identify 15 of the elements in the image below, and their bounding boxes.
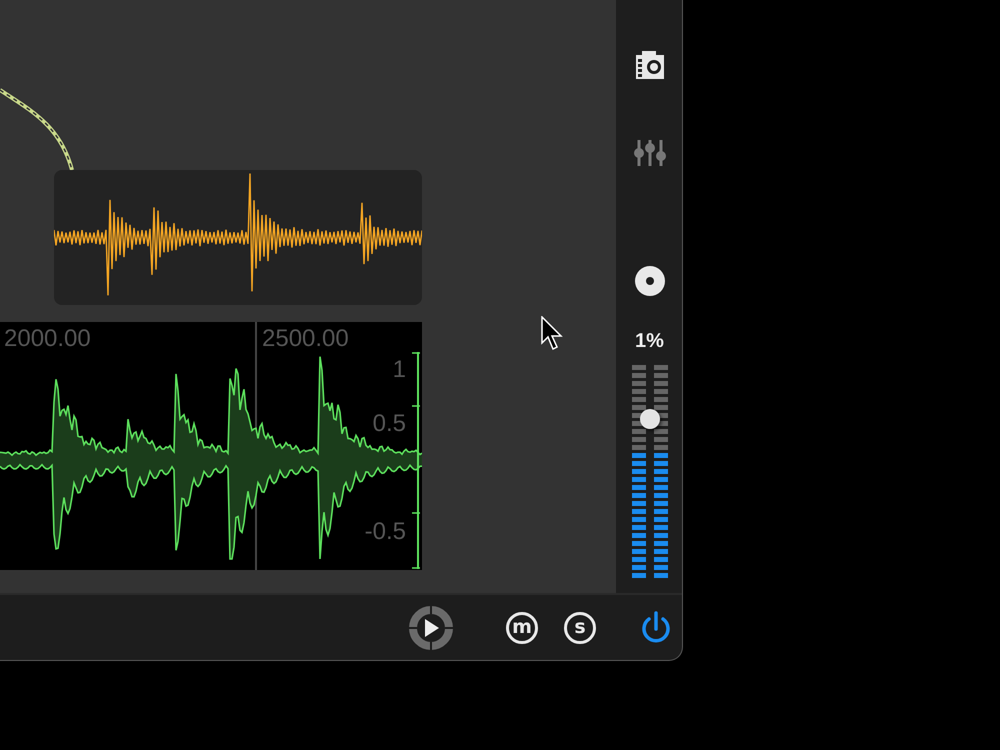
play-button[interactable] [408, 605, 454, 651]
axis-label: 2500.00 [262, 325, 349, 352]
axis-label: -0.5 [364, 518, 406, 545]
solo-button[interactable]: s [564, 612, 596, 644]
cursor-icon [540, 316, 564, 352]
sliders-icon[interactable] [632, 138, 666, 168]
mute-button[interactable]: m [506, 612, 538, 644]
volume-reading: 1% [635, 330, 664, 353]
volume-slider[interactable] [632, 365, 668, 578]
axis-label: 2000.00 [4, 325, 91, 352]
power-icon[interactable] [640, 611, 672, 645]
disc-icon[interactable] [634, 266, 664, 296]
slider-thumb[interactable] [640, 409, 660, 429]
axis-label: 1 [392, 356, 406, 383]
axis-label: 0.5 [372, 410, 406, 437]
